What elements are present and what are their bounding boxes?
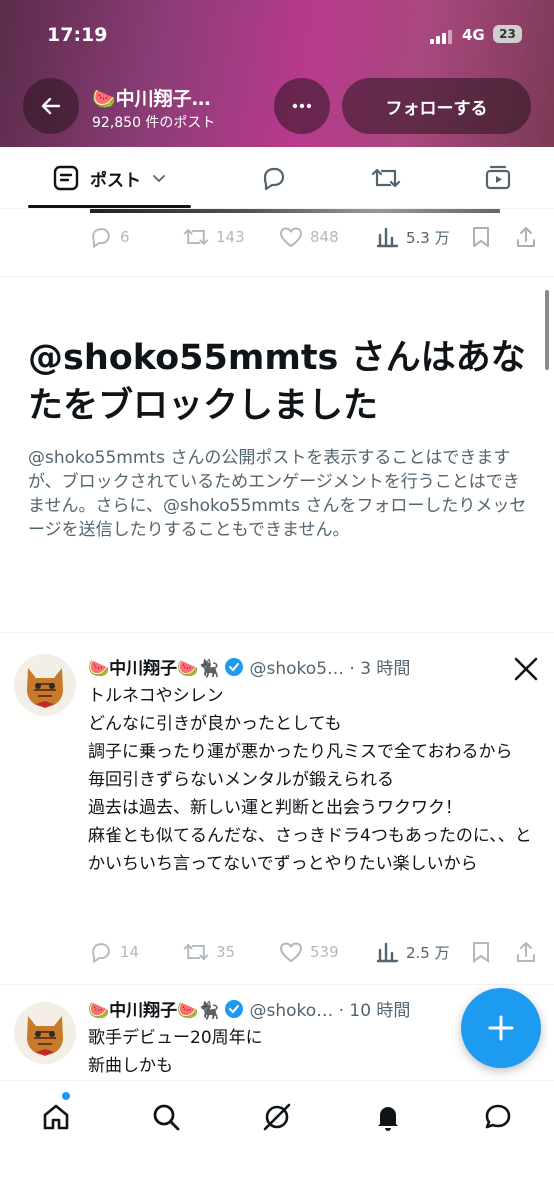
post-item[interactable]: 🍉中川翔子🍉🐈‍⬛ @shoko5… · 3 時間 トルネコやシレン どんなに引… [0, 632, 554, 984]
grok-icon [263, 1103, 291, 1131]
tab-replies[interactable] [246, 147, 302, 209]
cat-avatar-icon [27, 1016, 63, 1056]
views-button[interactable]: 5.3 万 [376, 222, 450, 252]
avatar[interactable] [14, 654, 76, 716]
previous-post-image[interactable] [90, 209, 500, 213]
avatar[interactable] [14, 1002, 76, 1064]
bottom-nav [0, 1080, 554, 1199]
nav-messages[interactable] [480, 1099, 516, 1135]
compose-button[interactable] [461, 988, 541, 1068]
network-label: 4G [462, 26, 485, 44]
nav-search[interactable] [148, 1099, 184, 1135]
previous-post-actions-active: 5.3 万 [0, 222, 554, 252]
verified-badge-icon [224, 999, 243, 1018]
post-header: 🍉中川翔子🍉🐈‍⬛ @shoko5… · 3 時間 [88, 654, 410, 679]
post-author-name[interactable]: 🍉中川翔子🍉🐈‍⬛ [88, 654, 220, 679]
profile-name: 🍉中川翔子… [92, 88, 211, 110]
bookmark-icon [473, 942, 489, 963]
block-notice-description: @shoko55mmts さんの公開ポストを表示することはできますが、ブロックさ… [28, 448, 527, 540]
more-icon [292, 103, 312, 109]
media-icon [485, 165, 511, 190]
verified-badge-icon [224, 657, 243, 676]
bell-icon [378, 1107, 398, 1131]
nav-home[interactable] [38, 1099, 74, 1135]
block-notice-title: @shoko55mmts さんはあなたをブロックしました [28, 338, 526, 426]
post-actions: 14 35 539 2.5 万 [0, 937, 554, 967]
back-button[interactable] [23, 78, 79, 134]
profile-topbar: 🍉中川翔子… 92,850 件のポスト フォローする [0, 78, 554, 134]
scrollbar[interactable] [545, 290, 549, 370]
follow-button[interactable]: フォローする [342, 78, 531, 134]
cat-avatar-icon [27, 668, 63, 708]
bookmark-icon [473, 227, 489, 247]
tab-posts-label: ポスト [90, 170, 141, 191]
reply-icon [263, 167, 285, 191]
home-icon [43, 1104, 69, 1130]
signal-icon [430, 30, 454, 44]
post-header: 🍉中川翔子🍉🐈‍⬛ @shoko… · 10 時間 [88, 996, 410, 1021]
profile-tabs: ポスト [0, 147, 554, 209]
reply-count: 14 [120, 943, 140, 961]
share-icon [517, 227, 535, 247]
repost-icon [371, 168, 401, 188]
nav-notifications[interactable] [370, 1099, 406, 1135]
share-button[interactable] [515, 937, 543, 967]
views-button[interactable]: 2.5 万 [376, 937, 450, 967]
views-icon [376, 227, 399, 248]
tab-active-indicator [28, 205, 191, 208]
status-time: 17:19 [47, 24, 108, 46]
notification-dot [62, 1092, 70, 1100]
message-icon [485, 1104, 511, 1129]
status-bar: 17:19 4G 23 [0, 22, 554, 52]
post-handle-time[interactable]: @shoko5… · 3 時間 [250, 654, 411, 679]
reply-icon [92, 943, 110, 964]
bookmark-button[interactable] [470, 937, 498, 967]
post-text: トルネコやシレン どんなに引きが良かったとしても 調子に乗ったり運が悪かったり凡… [88, 686, 532, 874]
tab-posts[interactable]: ポスト [28, 147, 191, 209]
repost-button[interactable]: 35 [182, 937, 235, 967]
plus-icon [488, 1015, 514, 1041]
post-author-name[interactable]: 🍉中川翔子🍉🐈‍⬛ [88, 996, 220, 1021]
arrow-left-icon [41, 97, 61, 115]
post-filter-icon [53, 165, 79, 191]
repost-icon [183, 943, 209, 961]
like-button[interactable]: 539 [278, 937, 339, 967]
post-count: 92,850 件のポスト [92, 115, 216, 131]
bookmark-button[interactable] [470, 222, 498, 252]
view-count: 2.5 万 [406, 943, 450, 962]
like-count: 539 [310, 943, 339, 961]
battery-icon: 23 [493, 25, 522, 43]
divider [0, 276, 554, 277]
chevron-down-icon [153, 175, 165, 183]
views-icon [376, 942, 399, 963]
reply-button[interactable]: 14 [88, 937, 139, 967]
repost-count: 35 [216, 943, 236, 961]
search-icon [153, 1104, 180, 1131]
view-count: 5.3 万 [406, 228, 450, 247]
tab-reposts[interactable] [358, 147, 414, 209]
share-button[interactable] [515, 222, 543, 252]
post-handle-time[interactable]: @shoko… · 10 時間 [250, 996, 411, 1021]
more-button[interactable] [274, 78, 330, 134]
share-icon [517, 941, 535, 962]
tab-media[interactable] [470, 147, 526, 209]
profile-title: 🍉中川翔子… 92,850 件のポスト [92, 84, 215, 132]
heart-icon [279, 942, 303, 963]
nav-grok[interactable] [259, 1099, 295, 1135]
